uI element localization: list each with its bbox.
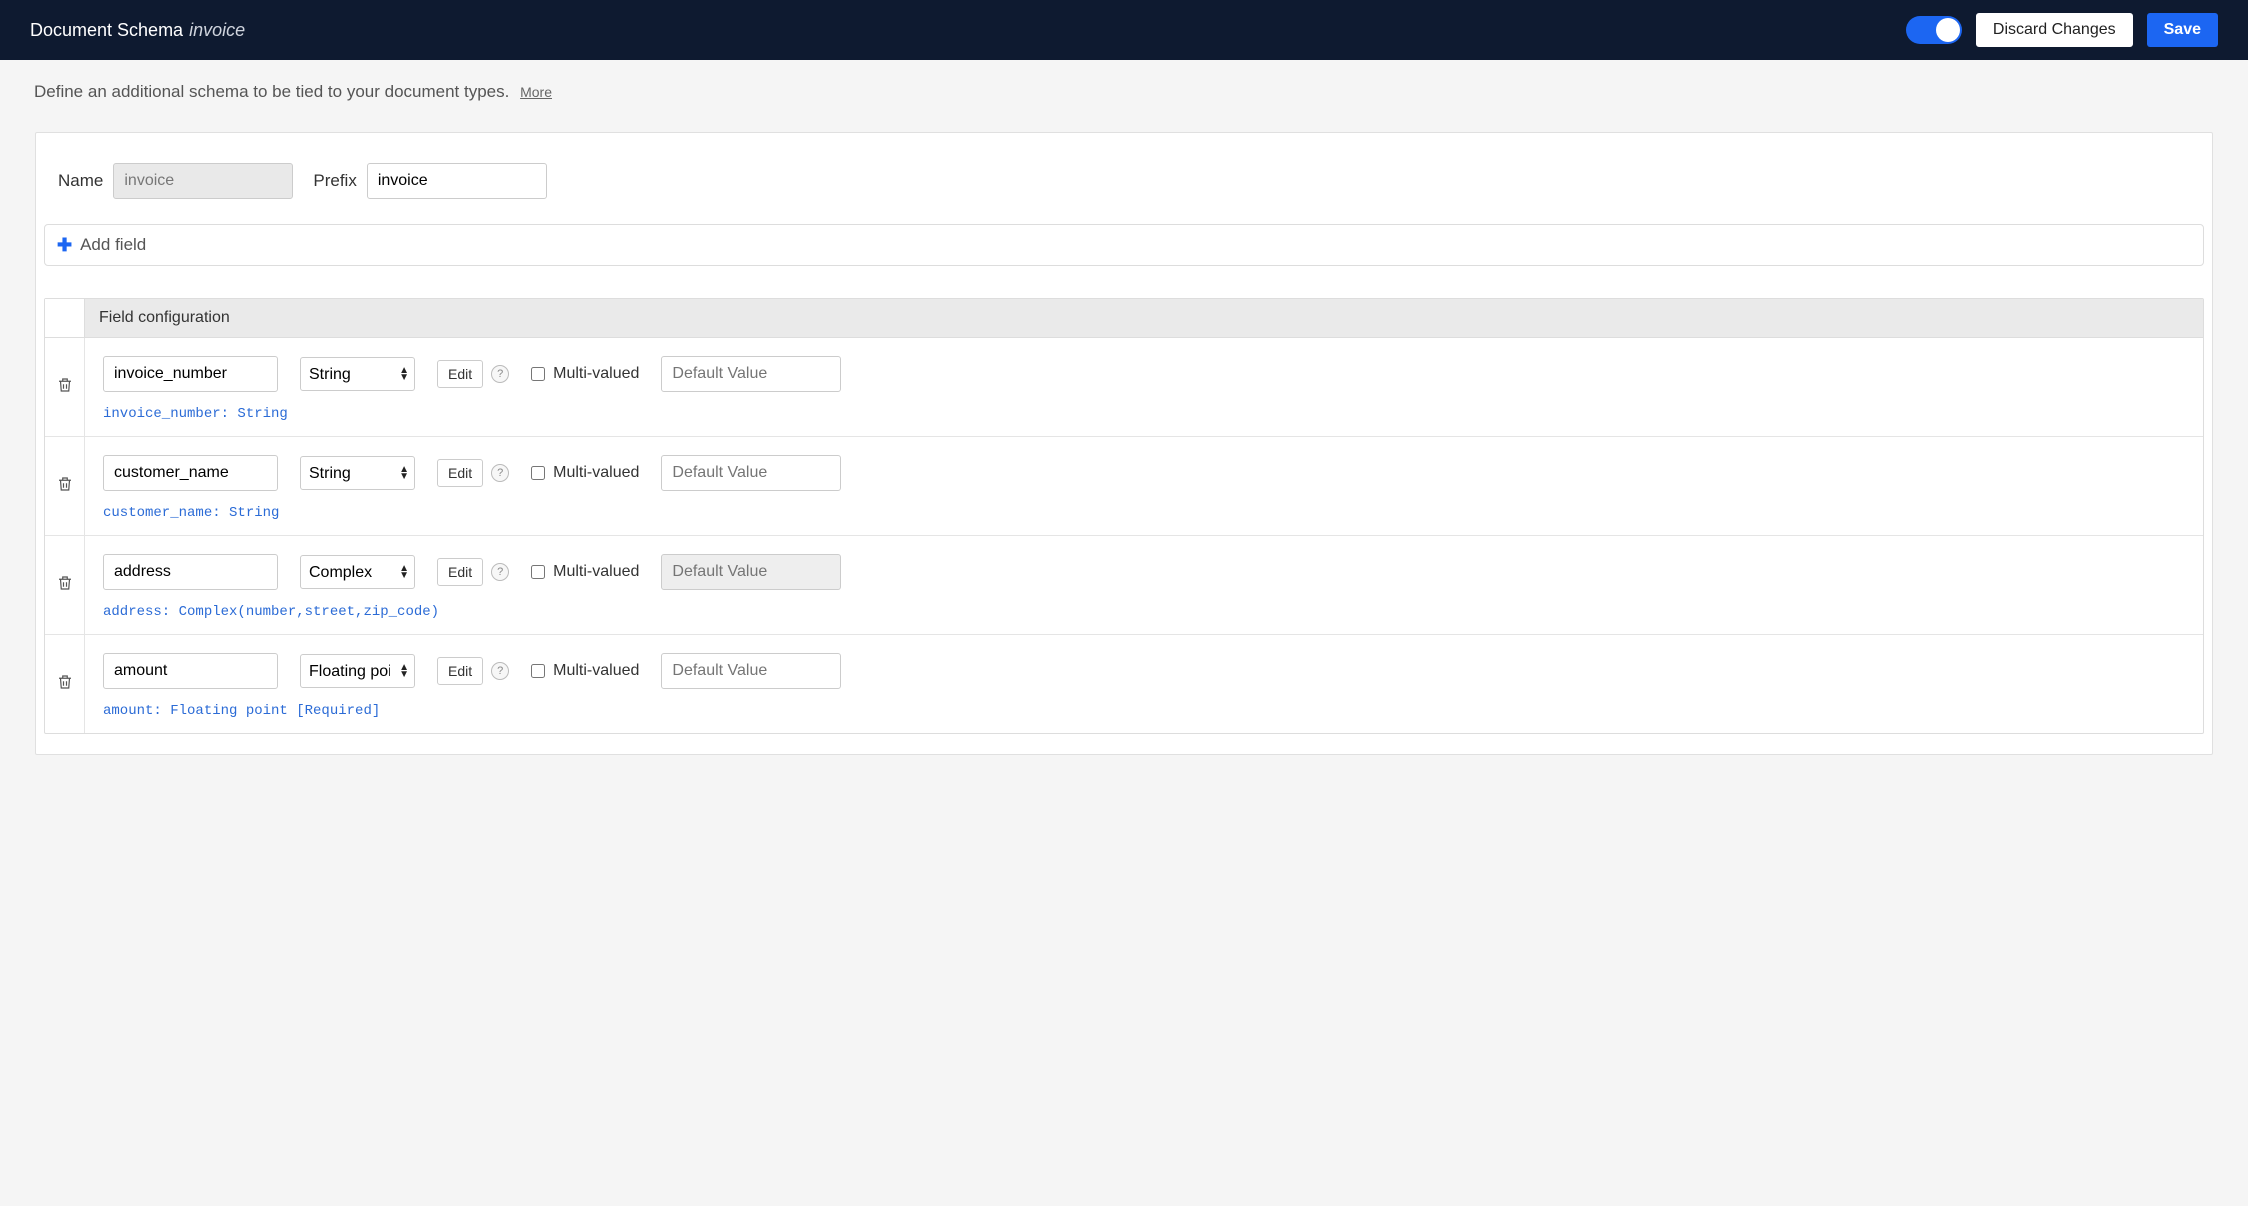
field-name-input[interactable] [103,653,278,689]
field-signature: invoice_number: String [103,406,2185,422]
trash-icon [56,673,74,695]
schema-panel: Name Prefix ✚ Add field Field configurat… [35,132,2213,755]
edit-button[interactable]: Edit [437,459,483,487]
page-title-schema: invoice [189,20,245,41]
field-controls: String ▲▼ Edit ? Multi-valued [103,455,2185,491]
name-label: Name [58,171,103,191]
discard-button[interactable]: Discard Changes [1976,13,2133,47]
topbar: Document Schema invoice Discard Changes … [0,0,2248,60]
field-name-input[interactable] [103,356,278,392]
multi-valued-group[interactable]: Multi-valued [531,563,639,581]
topbar-actions: Discard Changes Save [1906,13,2218,47]
help-icon[interactable]: ? [491,464,509,482]
field-signature: customer_name: String [103,505,2185,521]
active-toggle[interactable] [1906,16,1962,44]
trash-icon [56,376,74,398]
plus-icon: ✚ [57,236,72,254]
table-row: Complex ▲▼ Edit ? Multi-valued address: … [45,536,2203,635]
multi-valued-checkbox[interactable] [531,466,545,480]
field-controls: Complex ▲▼ Edit ? Multi-valued [103,554,2185,590]
toggle-knob [1936,18,1960,42]
multi-valued-label: Multi-valued [553,464,639,482]
default-value-input[interactable] [661,653,841,689]
field-name-input[interactable] [103,554,278,590]
field-controls: String ▲▼ Edit ? Multi-valued [103,356,2185,392]
multi-valued-checkbox[interactable] [531,367,545,381]
multi-valued-group[interactable]: Multi-valued [531,365,639,383]
header-handle-cell [45,299,85,337]
field-type-select[interactable]: Complex [300,555,415,589]
page-title-prefix: Document Schema [30,20,183,41]
help-icon[interactable]: ? [491,365,509,383]
schema-name-row: Name Prefix [36,163,2212,224]
default-value-input[interactable] [661,455,841,491]
description-text: Define an additional schema to be tied t… [34,82,509,101]
multi-valued-label: Multi-valued [553,563,639,581]
default-value-input[interactable] [661,356,841,392]
field-body: Floating poi ▲▼ Edit ? Multi-valued amou… [85,635,2203,733]
delete-cell[interactable] [45,338,85,436]
edit-button[interactable]: Edit [437,558,483,586]
field-signature: amount: Floating point [Required] [103,703,2185,719]
more-link[interactable]: More [520,84,552,100]
table-row: String ▲▼ Edit ? Multi-valued invoice_nu… [45,338,2203,437]
delete-cell[interactable] [45,635,85,733]
field-type-select[interactable]: String [300,357,415,391]
multi-valued-checkbox[interactable] [531,664,545,678]
multi-valued-label: Multi-valued [553,662,639,680]
edit-button[interactable]: Edit [437,360,483,388]
table-row: Floating poi ▲▼ Edit ? Multi-valued amou… [45,635,2203,733]
delete-cell[interactable] [45,536,85,634]
prefix-input[interactable] [367,163,547,199]
name-input [113,163,293,199]
description-row: Define an additional schema to be tied t… [0,60,2248,112]
help-icon[interactable]: ? [491,662,509,680]
multi-valued-label: Multi-valued [553,365,639,383]
multi-valued-group[interactable]: Multi-valued [531,464,639,482]
field-body: Complex ▲▼ Edit ? Multi-valued address: … [85,536,2203,634]
field-table-header: Field configuration [45,299,2203,338]
field-body: String ▲▼ Edit ? Multi-valued customer_n… [85,437,2203,535]
delete-cell[interactable] [45,437,85,535]
field-table-header-label: Field configuration [85,299,2203,337]
default-value-input [661,554,841,590]
field-signature: address: Complex(number,street,zip_code) [103,604,2185,620]
trash-icon [56,574,74,596]
edit-button[interactable]: Edit [437,657,483,685]
multi-valued-checkbox[interactable] [531,565,545,579]
field-body: String ▲▼ Edit ? Multi-valued invoice_nu… [85,338,2203,436]
page-title: Document Schema invoice [30,20,245,41]
add-field-label: Add field [80,235,146,255]
field-type-select[interactable]: String [300,456,415,490]
field-name-input[interactable] [103,455,278,491]
multi-valued-group[interactable]: Multi-valued [531,662,639,680]
field-controls: Floating poi ▲▼ Edit ? Multi-valued [103,653,2185,689]
field-type-select[interactable]: Floating poi [300,654,415,688]
help-icon[interactable]: ? [491,563,509,581]
prefix-label: Prefix [313,171,356,191]
field-table: Field configuration String ▲▼ Edit ? [44,298,2204,734]
add-field-button[interactable]: ✚ Add field [44,224,2204,266]
table-row: String ▲▼ Edit ? Multi-valued customer_n… [45,437,2203,536]
save-button[interactable]: Save [2147,13,2218,47]
trash-icon [56,475,74,497]
